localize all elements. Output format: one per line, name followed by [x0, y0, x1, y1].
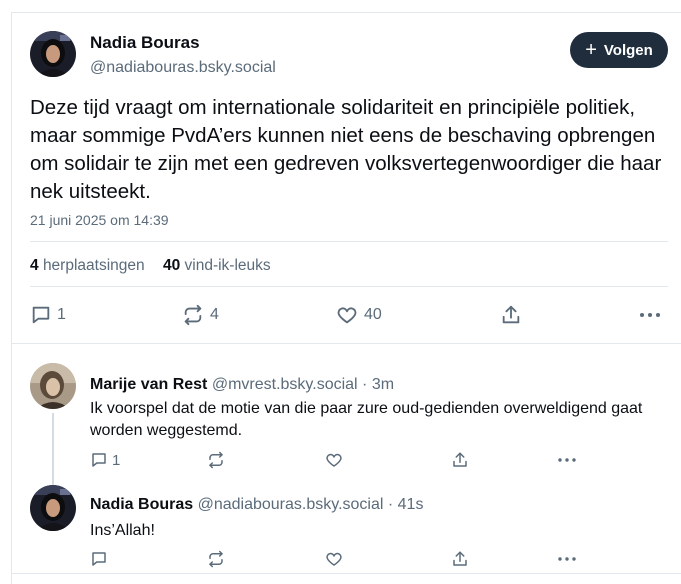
more-icon — [558, 557, 576, 561]
avatar[interactable] — [30, 363, 76, 409]
divider — [12, 343, 681, 344]
reply-header: Nadia Bouras @nadiabouras.bsky.social · … — [90, 496, 423, 514]
reply-header: Marije van Rest @mvrest.bsky.social · 3m — [90, 376, 394, 394]
like-icon — [326, 453, 342, 467]
plus-icon: + — [585, 39, 597, 61]
like-icon — [326, 552, 342, 566]
divider — [30, 286, 668, 287]
author-handle[interactable]: @nadiabouras.bsky.social — [90, 59, 276, 77]
author-name[interactable]: Nadia Bouras — [90, 33, 200, 53]
author-handle[interactable]: @nadiabouras.bsky.social — [198, 496, 384, 513]
reply-text: Ins’Allah! — [90, 522, 155, 539]
reply-post: Marije van Rest @mvrest.bsky.social · 3m… — [12, 353, 681, 485]
post-time[interactable]: · 3m — [362, 376, 394, 393]
post-date[interactable]: 21 juni 2025 om 14:39 — [30, 212, 169, 228]
repost-button[interactable] — [207, 451, 225, 469]
likes-stat[interactable]: 40 vind-ik-leuks — [163, 257, 271, 274]
reply-count: 1 — [112, 451, 121, 469]
reply-icon — [32, 306, 50, 324]
avatar[interactable] — [30, 485, 76, 531]
more-icon — [640, 313, 660, 317]
divider — [12, 573, 681, 574]
reply-icon — [92, 552, 106, 566]
reply-count: 1 — [57, 306, 66, 323]
share-button[interactable] — [451, 451, 469, 469]
reply-post: Nadia Bouras @nadiabouras.bsky.social · … — [12, 475, 681, 575]
follow-label: Volgen — [603, 41, 653, 59]
author-name[interactable]: Marije van Rest — [90, 376, 207, 393]
more-button[interactable] — [557, 451, 577, 469]
repost-icon — [209, 550, 223, 568]
reply-button[interactable]: 1 — [90, 451, 120, 469]
follow-button[interactable]: + Volgen — [570, 32, 668, 68]
reply-icon — [92, 453, 106, 467]
reply-text: Ik voorspel dat de motie van die paar zu… — [90, 400, 643, 439]
like-count: 40 — [364, 306, 382, 323]
repost-icon — [184, 304, 202, 326]
share-icon — [453, 551, 467, 566]
more-button[interactable] — [557, 550, 577, 568]
author-handle[interactable]: @mvrest.bsky.social — [212, 376, 358, 393]
more-button[interactable] — [638, 304, 662, 326]
author-name[interactable]: Nadia Bouras — [90, 496, 193, 513]
share-button[interactable] — [500, 304, 522, 326]
repost-button[interactable]: 4 — [182, 304, 219, 326]
more-icon — [558, 458, 576, 462]
repost-button[interactable] — [207, 550, 225, 568]
share-button[interactable] — [451, 550, 469, 568]
repost-count: 4 — [210, 306, 219, 323]
thread-frame: Nadia Bouras @nadiabouras.bsky.social + … — [11, 12, 681, 584]
reply-button[interactable] — [90, 550, 112, 568]
like-button[interactable] — [325, 550, 343, 568]
post-time[interactable]: · 41s — [388, 496, 424, 513]
post-stats: 4 herplaatsingen 40 vind-ik-leuks — [30, 257, 271, 275]
avatar[interactable] — [30, 31, 76, 77]
repost-icon — [209, 451, 223, 469]
post-text: Deze tijd vraagt om internationale solid… — [30, 96, 662, 203]
share-icon — [453, 452, 467, 467]
reposts-stat[interactable]: 4 herplaatsingen — [30, 257, 145, 274]
like-icon — [337, 307, 357, 324]
reply-button[interactable]: 1 — [30, 304, 66, 326]
like-button[interactable] — [325, 451, 343, 469]
like-button[interactable]: 40 — [336, 304, 382, 326]
divider — [30, 241, 668, 242]
share-icon — [502, 305, 520, 324]
